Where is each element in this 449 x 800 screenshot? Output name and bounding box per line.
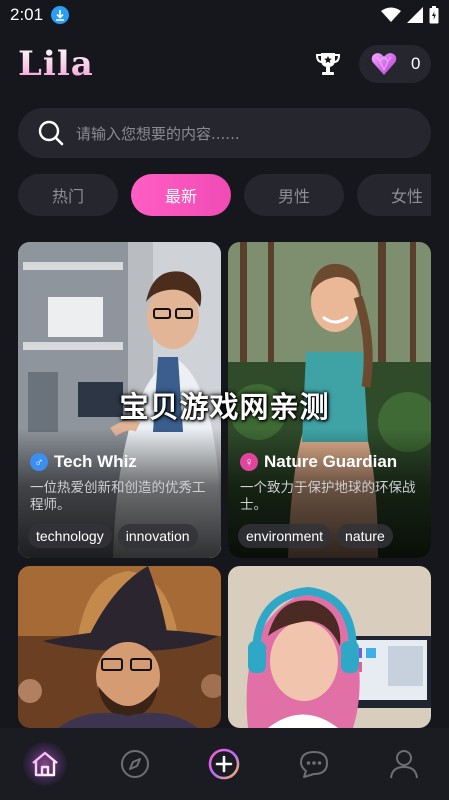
character-image — [18, 566, 221, 728]
character-card[interactable] — [228, 566, 431, 728]
add-icon — [209, 748, 240, 780]
tag-list: technology innovation — [28, 524, 198, 548]
gem-count: 0 — [411, 54, 421, 73]
heart-gem-icon — [371, 53, 397, 75]
header: Lila 0 — [0, 38, 449, 90]
tag[interactable]: innovation — [117, 524, 198, 548]
tag[interactable]: environment — [238, 524, 332, 548]
nav-home-glow — [22, 742, 67, 786]
card-title: ♀ Nature Guardian — [240, 452, 397, 472]
search-input[interactable]: 请输入您想要的内容...... — [76, 123, 240, 144]
nav-profile[interactable] — [359, 728, 449, 800]
wifi-icon — [381, 7, 401, 22]
battery-icon — [429, 6, 439, 24]
app-logo: Lila — [18, 44, 94, 84]
search-icon — [38, 120, 64, 146]
character-description: 一位热爱创新和创造的优秀工程师。 — [30, 480, 206, 513]
status-icons — [381, 6, 439, 24]
status-bar: 2:01 — [0, 0, 449, 30]
character-image — [228, 566, 431, 728]
male-icon: ♂ — [30, 453, 48, 471]
tab-hot[interactable]: 热门 — [18, 174, 118, 216]
nav-home[interactable] — [0, 728, 90, 800]
signal-icon — [407, 7, 423, 23]
bottom-nav — [0, 728, 449, 800]
tag-list: environment nature — [238, 524, 393, 548]
tab-female[interactable]: 女性 — [357, 174, 431, 216]
compass-icon — [120, 750, 149, 778]
profile-icon — [390, 750, 419, 779]
character-card[interactable] — [18, 566, 221, 728]
home-icon — [32, 751, 58, 777]
search-bar[interactable]: 请输入您想要的内容...... — [18, 108, 431, 158]
tag[interactable]: technology — [28, 524, 112, 548]
nav-create[interactable] — [180, 728, 270, 800]
status-time: 2:01 — [10, 5, 44, 24]
watermark-text: 宝贝游戏网亲测 — [119, 390, 330, 424]
tab-male[interactable]: 男性 — [244, 174, 344, 216]
download-icon — [51, 6, 70, 24]
category-tabs: 热门 最新 男性 女性 — [18, 174, 431, 218]
tab-newest[interactable]: 最新 — [131, 174, 231, 216]
trophy-icon[interactable] — [314, 50, 342, 78]
chat-icon — [300, 751, 329, 778]
nav-discover[interactable] — [90, 728, 180, 800]
female-icon: ♀ — [240, 453, 258, 471]
card-title: ♂ Tech Whiz — [30, 452, 137, 472]
tag[interactable]: nature — [337, 524, 393, 548]
character-name: Nature Guardian — [264, 452, 398, 471]
gem-balance-button[interactable]: 0 — [359, 45, 431, 83]
character-name: Tech Whiz — [54, 452, 137, 471]
character-description: 一个致力于保护地球的环保战士。 — [240, 480, 416, 513]
nav-messages[interactable] — [269, 728, 359, 800]
